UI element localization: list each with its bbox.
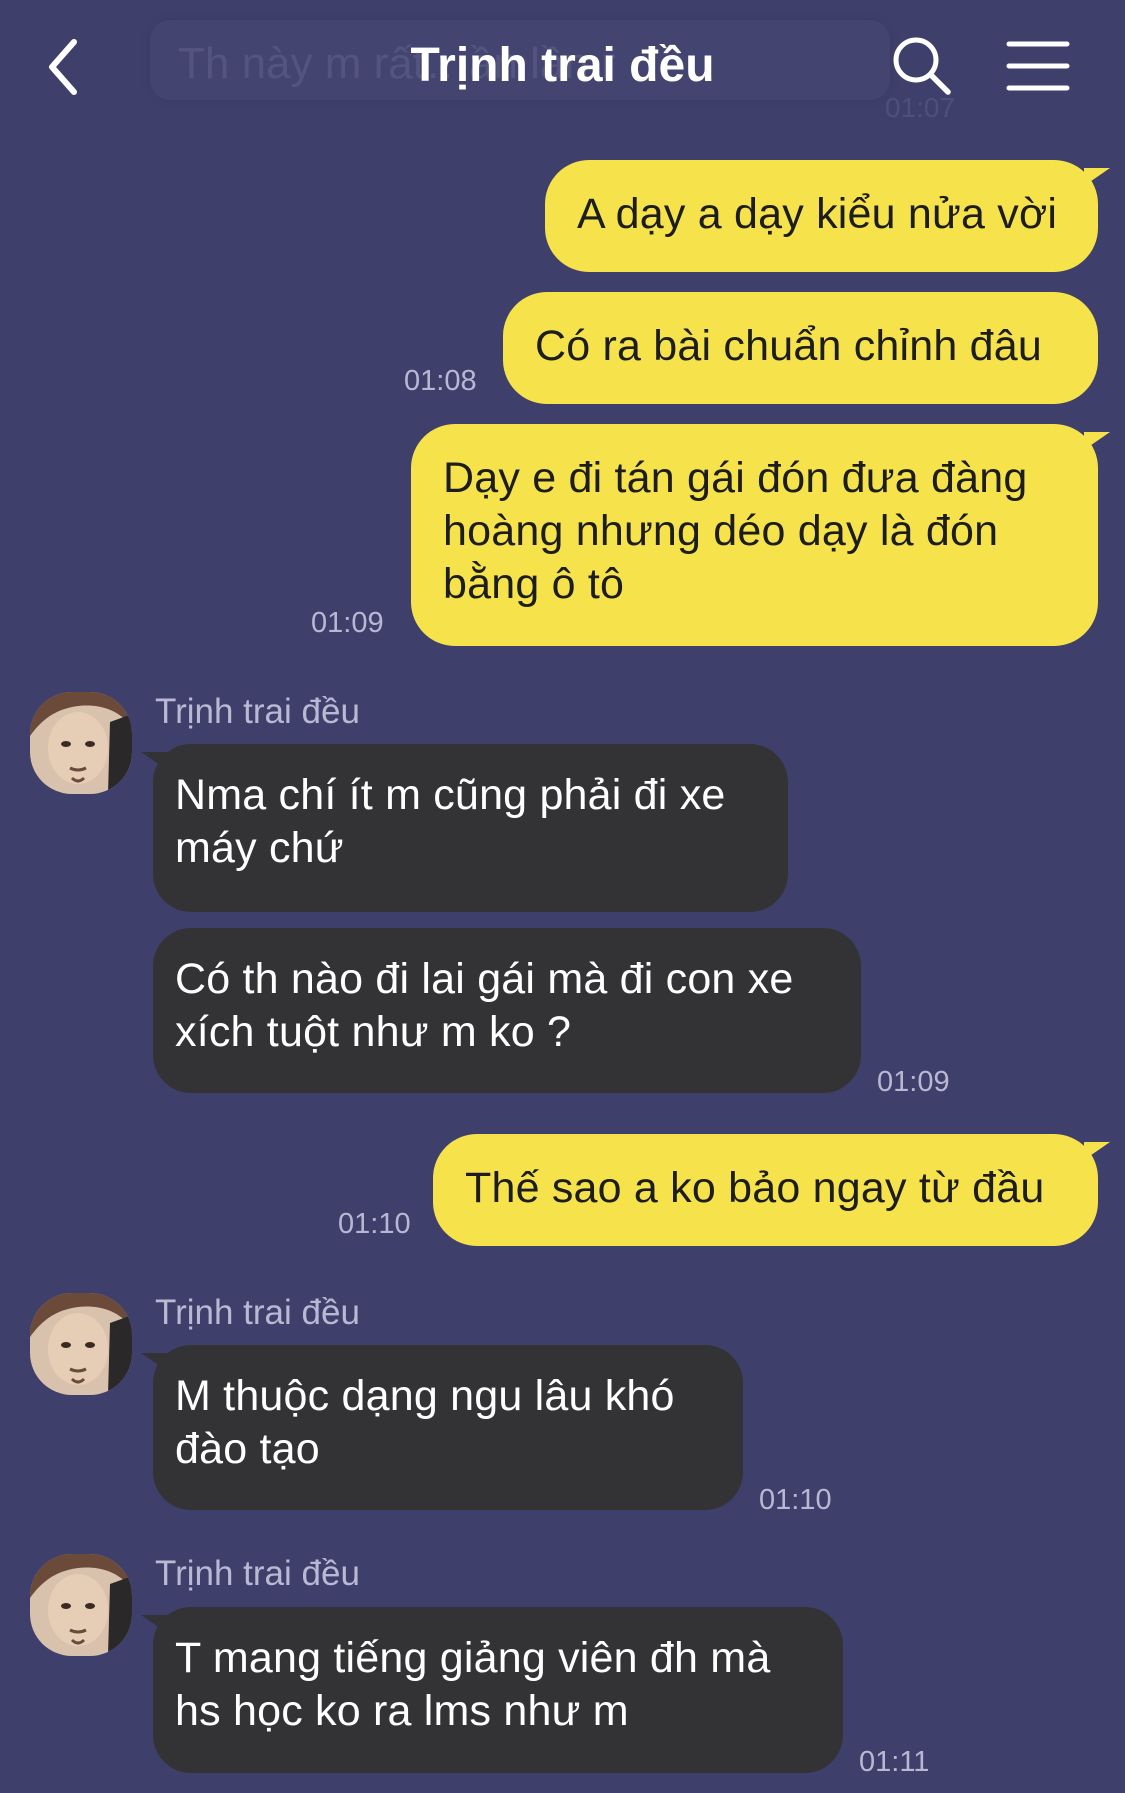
message-line: hoàng nhưng déo dạy là đón	[443, 507, 999, 555]
sender-name: Trịnh trai đều	[155, 1293, 360, 1332]
search-button[interactable]	[888, 32, 954, 98]
message-time: 01:10	[759, 1484, 832, 1516]
message-line: Nma chí ít m cũng phải đi xe	[175, 771, 726, 819]
message-bubble-outgoing[interactable]: Dạy e đi tán gái đón đưa đàng hoàng nhưn…	[411, 424, 1110, 646]
message-line: hs học ko ra lms như m	[175, 1687, 629, 1735]
message-line: T mang tiếng giảng viên đh mà	[175, 1634, 771, 1682]
sender-name: Trịnh trai đều	[155, 1554, 360, 1593]
message-line: xích tuột như m ko ?	[175, 1008, 572, 1056]
message-time: 01:10	[338, 1208, 411, 1240]
message-time: 01:09	[311, 607, 384, 639]
message-bubble-outgoing[interactable]: Thế sao a ko bảo ngay từ đầu	[433, 1134, 1110, 1246]
message-time: 01:11	[859, 1746, 930, 1778]
avatar-photo	[30, 1293, 132, 1395]
message-bubble-incoming[interactable]: Có th nào đi lai gái mà đi con xe xích t…	[153, 928, 861, 1093]
message-line: Dạy e đi tán gái đón đưa đàng	[443, 454, 1028, 502]
message-time: 01:08	[404, 365, 477, 397]
message-time: 01:09	[877, 1066, 950, 1098]
avatar[interactable]	[30, 1293, 132, 1395]
hamburger-menu-icon	[1006, 41, 1070, 91]
message-text: Có ra bài chuẩn chỉnh đâu	[535, 322, 1043, 370]
message-line: Có th nào đi lai gái mà đi con xe	[175, 955, 794, 1003]
avatar-photo	[30, 692, 132, 794]
message-bubble-outgoing[interactable]: Có ra bài chuẩn chỉnh đâu	[503, 292, 1098, 404]
message-bubble-outgoing[interactable]: A dạy a dạy kiểu nửa vời	[545, 160, 1110, 272]
message-line: bằng ô tô	[443, 560, 625, 608]
sender-name: Trịnh trai đều	[155, 692, 360, 731]
message-line: đào tạo	[175, 1425, 320, 1473]
search-icon	[893, 37, 951, 95]
message-text: Thế sao a ko bảo ngay từ đầu	[465, 1164, 1045, 1212]
chat-title: Trịnh trai đều	[410, 39, 715, 92]
message-line: M thuộc dạng ngu lâu khó	[175, 1372, 675, 1420]
message-text: A dạy a dạy kiểu nửa vời	[577, 190, 1058, 238]
avatar-photo	[30, 1554, 132, 1656]
message-line: máy chứ	[175, 824, 344, 872]
menu-button[interactable]	[1005, 38, 1071, 94]
avatar[interactable]	[30, 692, 132, 794]
chat-header: Th này m rất…ần lần r 01:07 Trịnh trai đ…	[0, 0, 1125, 140]
message-bubble-incoming[interactable]: T mang tiếng giảng viên đh mà hs học ko …	[141, 1607, 843, 1773]
avatar[interactable]	[30, 1554, 132, 1656]
message-bubble-incoming[interactable]: Nma chí ít m cũng phải đi xe máy chứ	[141, 744, 788, 912]
message-bubble-incoming[interactable]: M thuộc dạng ngu lâu khó đào tạo	[141, 1345, 743, 1510]
